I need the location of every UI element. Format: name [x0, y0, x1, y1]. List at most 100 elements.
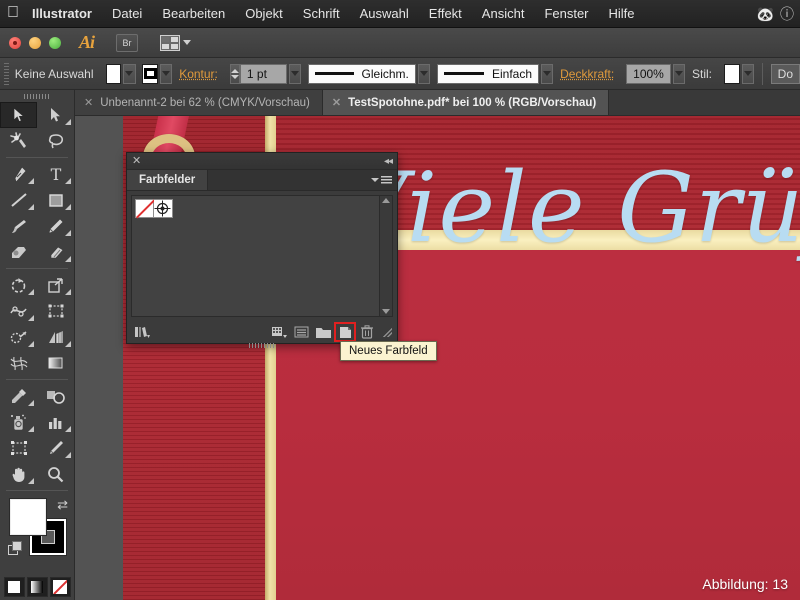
delete-swatch-icon[interactable]: [356, 323, 378, 341]
document-tab-testspotohne[interactable]: ✕ TestSpotohne.pdf* bei 100 % (RGB/Vorsc…: [323, 90, 609, 115]
opacity-dropdown[interactable]: [673, 64, 685, 84]
selection-tool[interactable]: [0, 102, 37, 128]
brush-definition-dropdown[interactable]: [541, 64, 553, 84]
stroke-color-swatch[interactable]: [142, 64, 158, 84]
artboard-tool[interactable]: [0, 435, 37, 461]
rotate-tool[interactable]: [0, 272, 37, 298]
bridge-button[interactable]: Br: [116, 34, 138, 52]
scroll-down-icon[interactable]: [382, 309, 390, 314]
registration-swatch[interactable]: [154, 199, 173, 218]
graphic-style-swatch[interactable]: [724, 64, 740, 84]
swatches-panel[interactable]: ✕ ◂◂ Farbfelder: [126, 152, 398, 344]
menu-item-fenster[interactable]: Fenster: [534, 0, 598, 28]
gradient-mode-button[interactable]: [27, 577, 48, 597]
stroke-weight-dropdown[interactable]: [289, 64, 301, 84]
type-tool[interactable]: T: [37, 161, 74, 187]
document-setup-button[interactable]: Do: [771, 64, 800, 84]
swatch-libraries-menu-icon[interactable]: [132, 323, 154, 341]
none-swatch[interactable]: [135, 199, 154, 218]
brush-definition-select[interactable]: Einfach: [437, 64, 539, 84]
scroll-up-icon[interactable]: [382, 198, 390, 203]
rectangle-tool[interactable]: [37, 187, 74, 213]
eyedropper-tool[interactable]: [0, 383, 37, 409]
resize-handle[interactable]: [382, 327, 392, 337]
stroke-weight-value[interactable]: 1 pt: [240, 64, 287, 84]
info-icon[interactable]: ⓘ: [780, 7, 794, 21]
tab-label: TestSpotohne.pdf* bei 100 % (RGB/Vorscha…: [348, 97, 596, 109]
menu-app-name[interactable]: Illustrator: [26, 0, 102, 28]
menu-item-auswahl[interactable]: Auswahl: [350, 0, 419, 28]
collapse-panel-icon[interactable]: ◂◂: [384, 156, 392, 167]
close-window-button[interactable]: [9, 37, 21, 49]
pencil-tool[interactable]: [37, 213, 74, 239]
close-icon[interactable]: ✕: [332, 96, 341, 109]
close-icon[interactable]: ✕: [84, 96, 93, 109]
show-swatch-kinds-menu-icon[interactable]: [268, 323, 290, 341]
slice-tool[interactable]: [37, 435, 74, 461]
swatches-list[interactable]: [131, 195, 393, 317]
new-swatch-icon[interactable]: [334, 322, 356, 342]
stroke-weight-stepper[interactable]: [230, 64, 240, 84]
tab-farbfelder[interactable]: Farbfelder: [127, 170, 208, 190]
fill-color-swatch[interactable]: [106, 64, 122, 84]
stroke-profile-select[interactable]: Gleichm.: [308, 64, 416, 84]
arrange-documents-button[interactable]: [160, 35, 191, 51]
control-panel-grip[interactable]: [4, 63, 9, 85]
menu-item-schrift[interactable]: Schrift: [293, 0, 350, 28]
tools-panel-grip[interactable]: [0, 90, 74, 102]
swatches-grid[interactable]: [132, 196, 379, 316]
fill-color-dropdown[interactable]: [123, 64, 135, 84]
none-mode-button[interactable]: [50, 577, 71, 597]
stroke-weight-label[interactable]: Kontur:: [179, 67, 218, 81]
magic-wand-tool[interactable]: [0, 128, 37, 154]
direct-selection-tool[interactable]: [37, 102, 74, 128]
opacity-label[interactable]: Deckkraft:: [560, 67, 614, 81]
stroke-profile-dropdown[interactable]: [418, 64, 430, 84]
swatches-panel-titlebar[interactable]: ✕ ◂◂: [127, 153, 397, 170]
default-fill-stroke-icon[interactable]: [8, 541, 23, 555]
fill-color-box[interactable]: [10, 499, 46, 535]
mesh-tool[interactable]: [0, 350, 37, 376]
zoom-tool[interactable]: [37, 461, 74, 487]
artwork-greeting-text[interactable]: Viele Grüße: [338, 160, 800, 256]
new-color-group-icon[interactable]: [312, 323, 334, 341]
minimize-window-button[interactable]: [29, 37, 41, 49]
swatch-options-icon[interactable]: [290, 323, 312, 341]
stroke-color-dropdown[interactable]: [160, 64, 172, 84]
scale-tool[interactable]: [37, 272, 74, 298]
opacity-value[interactable]: 100%: [626, 64, 671, 84]
shape-builder-tool[interactable]: [0, 324, 37, 350]
gradient-tool[interactable]: [37, 350, 74, 376]
evernote-icon[interactable]: 🐼: [757, 7, 774, 21]
panel-bottom-grip[interactable]: [249, 343, 275, 348]
menu-item-effekt[interactable]: Effekt: [419, 0, 472, 28]
close-icon[interactable]: ✕: [132, 156, 141, 167]
hand-tool[interactable]: [0, 461, 37, 487]
menu-item-objekt[interactable]: Objekt: [235, 0, 293, 28]
blob-brush-tool[interactable]: [0, 239, 37, 265]
menu-item-ansicht[interactable]: Ansicht: [472, 0, 535, 28]
symbol-sprayer-tool[interactable]: [0, 409, 37, 435]
apple-logo-icon[interactable]: : [0, 5, 26, 23]
free-transform-tool[interactable]: [37, 298, 74, 324]
graphic-style-dropdown[interactable]: [742, 64, 754, 84]
panel-menu-icon[interactable]: [371, 170, 397, 190]
blend-tool[interactable]: [37, 383, 74, 409]
swap-fill-stroke-icon[interactable]: ⇄: [57, 497, 68, 513]
menu-item-datei[interactable]: Datei: [102, 0, 152, 28]
perspective-grid-tool[interactable]: [37, 324, 74, 350]
document-tab-unbenannt-2[interactable]: ✕ Unbenannt-2 bei 62 % (CMYK/Vorschau): [75, 90, 323, 115]
menu-item-bearbeiten[interactable]: Bearbeiten: [152, 0, 235, 28]
width-tool[interactable]: [0, 298, 37, 324]
zoom-window-button[interactable]: [49, 37, 61, 49]
lasso-tool[interactable]: [37, 128, 74, 154]
line-segment-tool[interactable]: [0, 187, 37, 213]
color-mode-button[interactable]: [4, 577, 25, 597]
column-graph-tool[interactable]: [37, 409, 74, 435]
trash-icon: [360, 325, 374, 339]
swatches-scrollbar[interactable]: [379, 196, 392, 316]
pen-tool[interactable]: [0, 161, 37, 187]
eraser-tool[interactable]: [37, 239, 74, 265]
menu-item-hilfe[interactable]: Hilfe: [599, 0, 645, 28]
paintbrush-tool[interactable]: [0, 213, 37, 239]
